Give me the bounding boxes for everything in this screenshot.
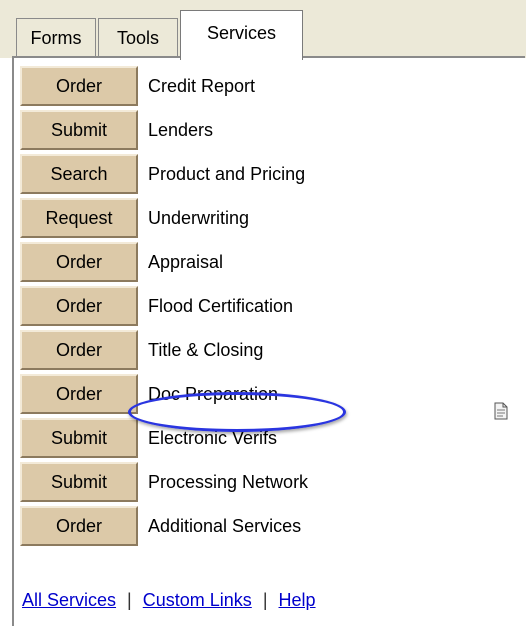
- service-label: Lenders: [148, 120, 214, 140]
- request-underwriting-button[interactable]: Request: [20, 198, 138, 238]
- service-label: Appraisal: [148, 252, 224, 272]
- service-label: Product and Pricing: [148, 164, 306, 184]
- service-row-title-closing: Order Title & Closing: [20, 330, 490, 374]
- submit-processing-network-button[interactable]: Submit: [20, 462, 138, 502]
- all-services-link[interactable]: All Services: [22, 590, 116, 610]
- tab-tools[interactable]: Tools: [98, 18, 178, 56]
- submit-lenders-button[interactable]: Submit: [20, 110, 138, 150]
- service-label: Electronic Verifs: [148, 428, 278, 448]
- service-row-processing-network: Submit Processing Network: [20, 462, 490, 506]
- order-credit-report-button[interactable]: Order: [20, 66, 138, 106]
- service-row-additional-services: Order Additional Services: [20, 506, 490, 550]
- tab-strip: Forms Tools Services: [0, 0, 526, 60]
- tab-services[interactable]: Services: [180, 10, 303, 60]
- link-separator: |: [127, 590, 132, 610]
- service-row-electronic-verifs: Submit Electronic Verifs: [20, 418, 490, 462]
- service-label: Title & Closing: [148, 340, 264, 360]
- help-link[interactable]: Help: [279, 590, 316, 610]
- custom-links-link[interactable]: Custom Links: [143, 590, 252, 610]
- service-label: Doc Preparation: [148, 384, 279, 404]
- service-row-appraisal: Order Appraisal: [20, 242, 490, 286]
- service-label: Credit Report: [148, 76, 256, 96]
- order-flood-certification-button[interactable]: Order: [20, 286, 138, 326]
- service-label: Processing Network: [148, 472, 309, 492]
- footer-links: All Services | Custom Links | Help: [22, 590, 316, 611]
- service-row-flood-certification: Order Flood Certification: [20, 286, 490, 330]
- submit-electronic-verifs-button[interactable]: Submit: [20, 418, 138, 458]
- order-doc-preparation-button[interactable]: Order: [20, 374, 138, 414]
- search-product-pricing-button[interactable]: Search: [20, 154, 138, 194]
- service-row-credit-report: Order Credit Report: [20, 66, 490, 110]
- service-label: Additional Services: [148, 516, 302, 536]
- order-appraisal-button[interactable]: Order: [20, 242, 138, 282]
- document-icon[interactable]: [494, 402, 508, 420]
- tab-forms[interactable]: Forms: [16, 18, 96, 56]
- service-row-lenders: Submit Lenders: [20, 110, 490, 154]
- service-label: Flood Certification: [148, 296, 294, 316]
- service-row-product-pricing: Search Product and Pricing: [20, 154, 490, 198]
- order-additional-services-button[interactable]: Order: [20, 506, 138, 546]
- services-panel: Order Credit Report Submit Lenders Searc…: [12, 56, 525, 626]
- service-row-underwriting: Request Underwriting: [20, 198, 490, 242]
- link-separator: |: [262, 590, 268, 610]
- service-row-doc-preparation: Order Doc Preparation: [20, 374, 490, 418]
- service-label: Underwriting: [148, 208, 250, 228]
- order-title-closing-button[interactable]: Order: [20, 330, 138, 370]
